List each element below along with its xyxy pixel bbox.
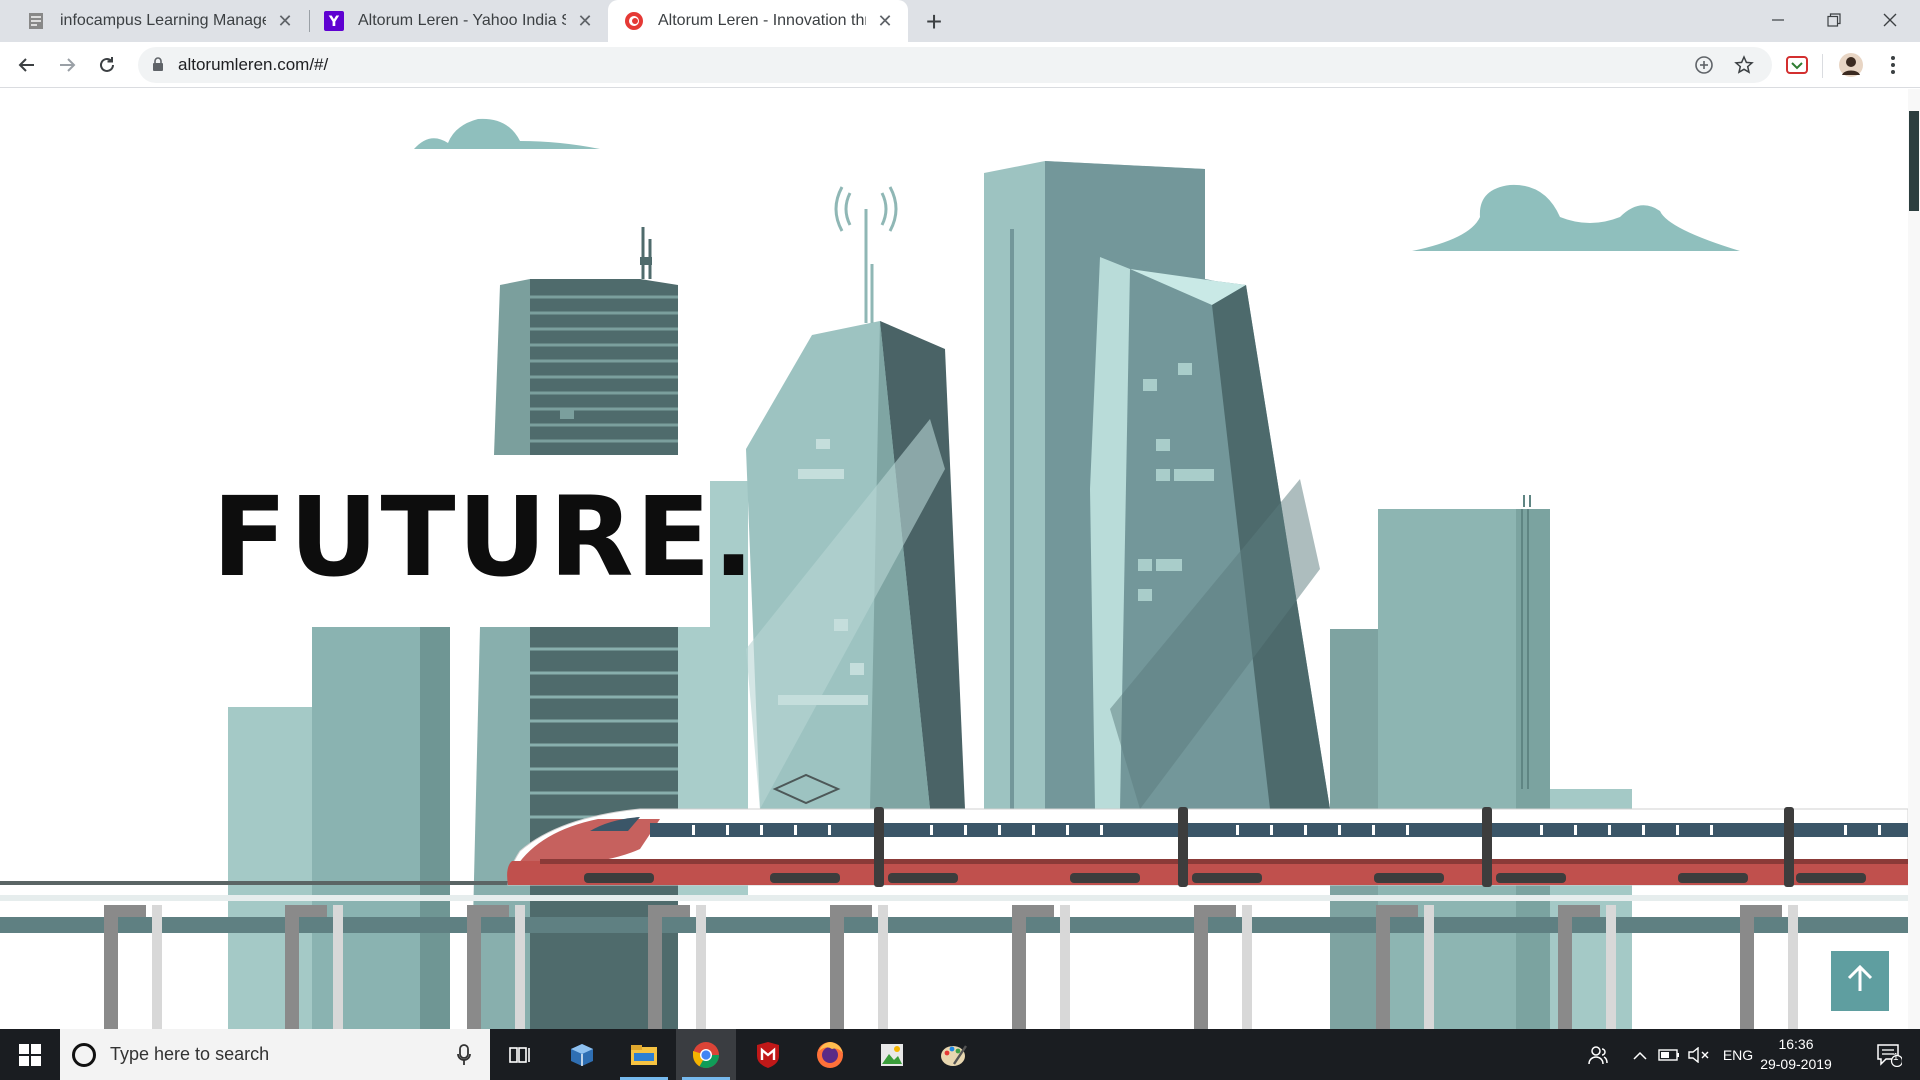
building <box>420 627 450 1029</box>
cloud-left <box>414 118 600 149</box>
language-indicator[interactable]: ENG <box>1718 1029 1758 1080</box>
arrow-up-icon <box>1845 964 1875 999</box>
toolbar-divider <box>1822 54 1823 78</box>
windows-taskbar: Type here to search ENG 16:36 29-09-2019… <box>0 1029 1920 1080</box>
add-circle-icon[interactable] <box>1692 53 1716 77</box>
crystal-tower <box>1090 257 1330 809</box>
volume-muted-icon[interactable] <box>1686 1029 1712 1080</box>
file-explorer-icon[interactable] <box>614 1029 674 1080</box>
image-editor-icon[interactable] <box>862 1029 922 1080</box>
firefox-icon[interactable] <box>800 1029 860 1080</box>
scrollbar-thumb[interactable] <box>1909 111 1919 211</box>
cloud-right <box>1412 184 1740 251</box>
back-to-top-button[interactable] <box>1831 951 1889 1011</box>
close-window-icon[interactable] <box>1862 0 1918 40</box>
tab-title: Altorum Leren - Yahoo India Sear <box>358 12 566 29</box>
page-viewport: FUTURE. <box>0 89 1920 1029</box>
url-text[interactable]: altorumleren.com/#/ <box>178 55 328 75</box>
microphone-icon[interactable] <box>452 1043 476 1067</box>
reload-icon[interactable] <box>90 48 124 82</box>
tab-yahoo-search[interactable]: Y Altorum Leren - Yahoo India Sear ✕ <box>310 0 608 42</box>
bookmark-star-icon[interactable] <box>1732 53 1756 77</box>
clock-time: 16:36 <box>1778 1036 1814 1052</box>
chrome-icon[interactable] <box>676 1029 736 1080</box>
yahoo-icon: Y <box>324 11 344 31</box>
address-bar[interactable]: altorumleren.com/#/ <box>138 47 1772 83</box>
tab-infocampus[interactable]: infocampus Learning Manageme ✕ <box>0 0 308 42</box>
mcafee-icon[interactable] <box>738 1029 798 1080</box>
forward-arrow-icon[interactable] <box>50 48 84 82</box>
close-tab-icon[interactable]: ✕ <box>274 10 296 32</box>
document-icon <box>26 11 46 31</box>
virtualbox-icon[interactable] <box>552 1029 612 1080</box>
tab-title: infocampus Learning Manageme <box>60 12 266 29</box>
browser-toolbar: altorumleren.com/#/ <box>0 42 1920 88</box>
battery-icon[interactable] <box>1656 1029 1682 1080</box>
close-tab-icon[interactable]: ✕ <box>874 10 896 32</box>
close-tab-icon[interactable]: ✕ <box>574 10 596 32</box>
lock-icon <box>152 57 164 77</box>
search-placeholder: Type here to search <box>110 1044 270 1064</box>
pocket-extension-icon[interactable] <box>1780 48 1814 82</box>
paint-icon[interactable] <box>924 1029 984 1080</box>
taskbar-search-box[interactable]: Type here to search <box>60 1029 490 1080</box>
tab-altorum-leren[interactable]: Altorum Leren - Innovation throu ✕ <box>608 0 908 42</box>
svg-text:Y: Y <box>328 14 340 30</box>
back-arrow-icon[interactable] <box>10 48 44 82</box>
people-icon[interactable] <box>1580 1029 1616 1080</box>
menu-kebab-icon[interactable] <box>1876 48 1910 82</box>
tab-strip: infocampus Learning Manageme ✕ Y Altorum… <box>0 0 1920 42</box>
windows-start-icon[interactable] <box>0 1029 60 1080</box>
building <box>228 707 314 1029</box>
taskbar-clock[interactable]: 16:36 29-09-2019 <box>1756 1034 1836 1074</box>
clock-date: 29-09-2019 <box>1760 1056 1832 1072</box>
restore-icon[interactable] <box>1806 0 1862 40</box>
new-tab-button[interactable]: + <box>918 6 950 38</box>
notification-count: 1 <box>1893 1052 1899 1063</box>
tab-title: Altorum Leren - Innovation throu <box>658 12 866 29</box>
cortana-icon <box>72 1042 96 1067</box>
task-view-icon[interactable] <box>490 1029 550 1080</box>
notification-center-icon[interactable]: 1 <box>1864 1029 1914 1080</box>
chevron-up-icon[interactable] <box>1628 1029 1652 1080</box>
train <box>507 807 1908 887</box>
bridge-deck <box>0 895 1908 901</box>
page-scrollbar[interactable] <box>1908 89 1920 1029</box>
hero-title: FUTURE. <box>212 473 757 601</box>
minimize-icon[interactable] <box>1750 0 1806 40</box>
altorum-icon <box>624 11 644 31</box>
antenna-tower <box>746 186 965 809</box>
profile-avatar-icon[interactable] <box>1834 48 1868 82</box>
